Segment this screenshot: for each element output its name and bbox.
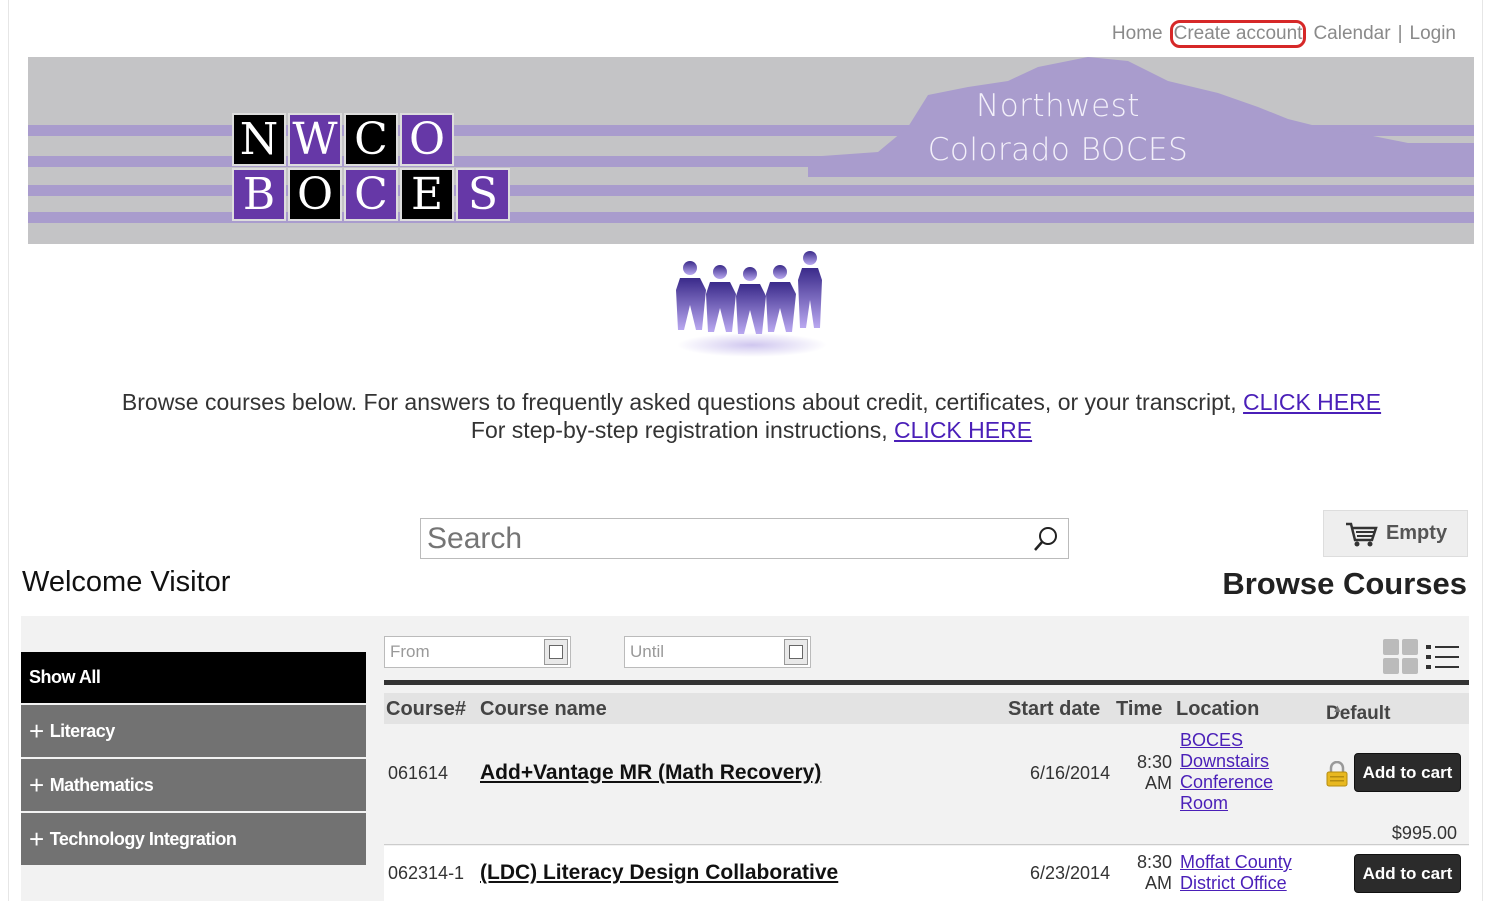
column-course-name[interactable]: Course name — [480, 698, 607, 721]
course-time-period: AM — [1145, 873, 1172, 893]
grid-view-icon[interactable] — [1382, 638, 1420, 676]
column-time[interactable]: Time — [1116, 698, 1162, 721]
location-link[interactable]: BOCES — [1180, 730, 1273, 751]
page-right-border — [1482, 0, 1483, 901]
logo-row-1: N W C O — [231, 112, 511, 167]
sort-arrow-icon: ▲ — [1332, 703, 1343, 715]
course-table: Course# Course name Start date Time Loca… — [384, 680, 1469, 746]
location-link[interactable]: Moffat County — [1180, 852, 1292, 873]
category-sidebar: Show All + Literacy + Mathematics + Tech… — [21, 652, 366, 867]
table-row: 061614 Add+Vantage MR (Math Recovery) 6/… — [384, 724, 1469, 845]
nav-separator: | — [1397, 23, 1403, 44]
expand-icon: + — [29, 824, 44, 854]
sidebar-item-label: Mathematics — [49, 774, 154, 795]
location-link[interactable]: District Office — [1180, 873, 1292, 894]
people-chain-icon — [676, 251, 827, 357]
banner-title: Northwest Colorado BOCES — [923, 84, 1193, 172]
header-banner: Northwest Colorado BOCES N W C O B O C E… — [28, 57, 1474, 244]
registration-click-here-link[interactable]: CLICK HERE — [894, 417, 1032, 443]
logo-letter: C — [344, 168, 398, 221]
intro-line-2: For step-by-step registration instructio… — [0, 416, 1489, 444]
course-number: 061614 — [388, 763, 449, 783]
top-navigation: Home Create account Calendar | Login — [1111, 20, 1457, 48]
logo-letter: S — [456, 168, 510, 221]
expand-icon: + — [29, 770, 44, 800]
logo-letter: W — [288, 113, 342, 166]
from-date-placeholder: From — [390, 642, 430, 661]
course-time: 8:30 AM — [1124, 752, 1172, 794]
table-row: 062314-1 (LDC) Literacy Design Collabora… — [384, 846, 1469, 901]
sidebar-item-mathematics[interactable]: + Mathematics — [21, 759, 366, 811]
course-start-date: 6/16/2014 — [1030, 763, 1111, 783]
logo-letter: E — [400, 168, 454, 221]
sidebar-item-label: Show All — [29, 667, 101, 687]
location-link[interactable]: Downstairs — [1180, 751, 1273, 772]
course-number: 062314-1 — [388, 863, 465, 883]
intro-faq-text: Browse courses below. For answers to fre… — [121, 389, 1244, 415]
course-time: 8:30 AM — [1124, 852, 1172, 894]
search-bar — [420, 518, 1069, 559]
course-price: $995.00 — [1391, 823, 1457, 843]
nav-calendar-link[interactable]: Calendar — [1312, 23, 1391, 45]
sidebar-item-technology-integration[interactable]: + Technology Integration — [21, 813, 366, 865]
sidebar-item-show-all[interactable]: Show All — [21, 652, 366, 703]
browse-courses-heading: Browse Courses — [1222, 566, 1467, 601]
until-date-field[interactable]: Until — [624, 636, 811, 668]
course-location: BOCES Downstairs Conference Room — [1180, 730, 1273, 814]
logo-letter: N — [232, 113, 286, 166]
course-name-link[interactable]: Add+Vantage MR (Math Recovery) — [480, 761, 821, 785]
expand-icon: + — [29, 716, 44, 746]
nav-home-link[interactable]: Home — [1111, 23, 1164, 45]
location-link[interactable]: Conference — [1180, 772, 1273, 793]
course-time-period: AM — [1145, 773, 1172, 793]
logo-letter: O — [400, 113, 454, 166]
course-time-hour: 8:30 — [1136, 752, 1172, 772]
course-name-link[interactable]: (LDC) Literacy Design Collaborative — [480, 861, 838, 885]
intro-line-1: Browse courses below. For answers to fre… — [0, 388, 1489, 416]
page-left-border — [8, 0, 9, 901]
welcome-heading: Welcome Visitor — [22, 566, 231, 598]
lock-icon — [1326, 761, 1348, 787]
sidebar-item-literacy[interactable]: + Literacy — [21, 705, 366, 757]
until-date-placeholder: Until — [630, 642, 665, 661]
view-toggle — [1382, 638, 1464, 676]
column-course-number[interactable]: Course# — [386, 698, 466, 721]
course-start-date: 6/23/2014 — [1030, 863, 1111, 883]
nav-create-account-link[interactable]: Create account — [1169, 20, 1307, 48]
table-top-rule — [384, 680, 1469, 685]
sidebar-item-label: Technology Integration — [49, 828, 237, 849]
banner-title-line1: Northwest — [976, 88, 1140, 124]
cart-icon — [1345, 522, 1378, 546]
sidebar-item-label: Literacy — [49, 720, 116, 741]
faq-click-here-link[interactable]: CLICK HERE — [1243, 389, 1381, 415]
cart-button[interactable]: Empty — [1323, 510, 1468, 557]
logo-row-2: B O C E S — [231, 167, 511, 222]
banner-title-line2: Colorado BOCES — [927, 132, 1189, 168]
add-to-cart-button[interactable]: Add to cart — [1354, 753, 1461, 792]
logo-letter: C — [344, 113, 398, 166]
intro-text: Browse courses below. For answers to fre… — [0, 388, 1489, 444]
logo-letter: B — [232, 168, 286, 221]
column-location[interactable]: Location — [1176, 698, 1259, 721]
logo-letter: O — [288, 168, 342, 221]
search-icon[interactable] — [1032, 525, 1060, 553]
calendar-icon[interactable] — [784, 639, 808, 665]
add-to-cart-button[interactable]: Add to cart — [1354, 854, 1461, 893]
calendar-icon[interactable] — [544, 639, 568, 665]
column-start-date[interactable]: Start date — [1008, 698, 1100, 721]
intro-registration-text: For step-by-step registration instructio… — [470, 417, 895, 443]
nav-login-link[interactable]: Login — [1409, 23, 1458, 45]
search-input[interactable] — [421, 521, 1021, 556]
nwco-boces-logo: N W C O B O C E S — [231, 112, 511, 222]
cart-status-label: Empty — [1385, 522, 1448, 544]
location-link[interactable]: Room — [1180, 793, 1273, 814]
list-view-icon[interactable] — [1420, 638, 1464, 676]
from-date-field[interactable]: From — [384, 636, 571, 668]
course-location: Moffat County District Office — [1180, 852, 1292, 894]
course-time-hour: 8:30 — [1136, 852, 1172, 872]
